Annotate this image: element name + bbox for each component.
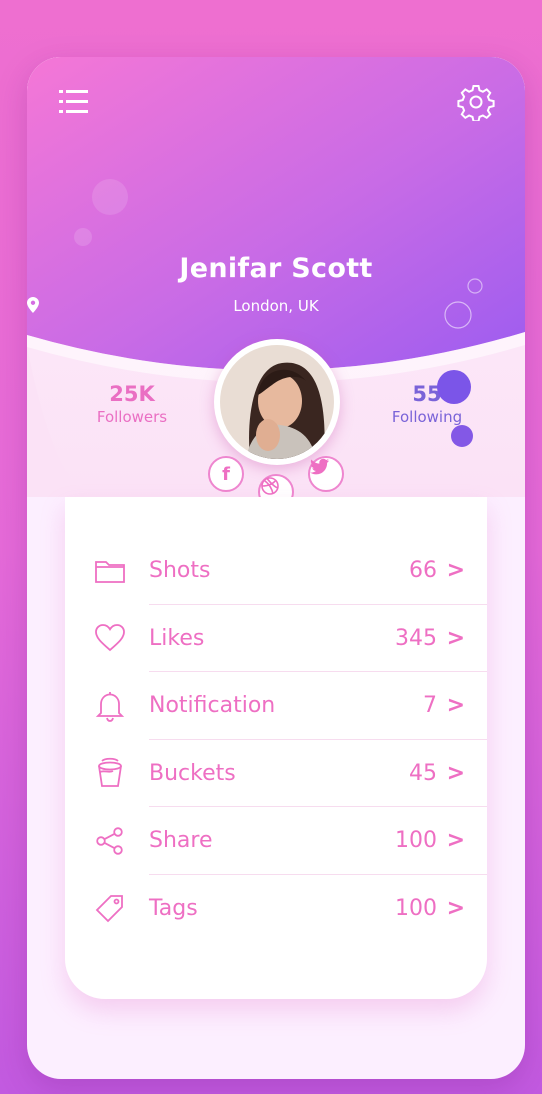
menu-item-label: Notification (149, 693, 276, 719)
followers-stat[interactable]: 25K Followers (77, 382, 187, 426)
menu-item-label: Shots (149, 558, 211, 584)
avatar[interactable] (214, 339, 340, 465)
folder-icon (95, 560, 125, 583)
menu-item-buckets[interactable]: Buckets 45 > (65, 740, 487, 807)
location-text: London, UK (233, 297, 319, 315)
share-icon (96, 827, 123, 855)
menu-item-label: Share (149, 828, 213, 854)
menu-item-count: 345 (395, 625, 437, 651)
chevron-right-icon: > (446, 693, 465, 719)
location: London, UK (27, 297, 525, 315)
phone-screen: Jenifar Scott London, UK 25K Followers 5… (27, 57, 525, 1079)
chevron-right-icon: > (446, 558, 465, 584)
menu-item-count: 45 (409, 760, 437, 786)
chevron-right-icon: > (446, 895, 465, 921)
chevron-right-icon: > (446, 828, 465, 854)
following-label: Following (391, 408, 463, 426)
twitter-button[interactable] (308, 456, 344, 492)
tag-icon (95, 895, 123, 923)
menu-item-shots[interactable]: Shots 66 > (65, 537, 487, 605)
followers-count: 25K (109, 382, 155, 406)
menu-item-notification[interactable]: Notification 7 > (65, 672, 487, 740)
profile-photo (220, 345, 334, 459)
facebook-icon: f (222, 463, 230, 485)
heart-icon (95, 624, 125, 652)
menu-item-count: 100 (395, 895, 437, 921)
menu-icon[interactable] (57, 87, 91, 117)
menu-card: Shots 66 > Likes 345 > Notification 7 > … (65, 497, 487, 999)
menu-item-label: Buckets (149, 760, 236, 786)
dribbble-icon (261, 477, 279, 495)
chevron-right-icon: > (446, 625, 465, 651)
menu-item-tags[interactable]: Tags 100 > (65, 875, 487, 943)
gear-icon[interactable] (457, 83, 495, 121)
menu-list: Shots 66 > Likes 345 > Notification 7 > … (65, 537, 487, 942)
menu-item-likes[interactable]: Likes 345 > (65, 605, 487, 672)
decorative-bubble (437, 370, 471, 404)
chevron-right-icon: > (446, 760, 465, 786)
menu-item-count: 7 (423, 693, 437, 719)
facebook-button[interactable]: f (208, 456, 244, 492)
decorative-bubble (451, 425, 473, 447)
menu-item-count: 100 (395, 828, 437, 854)
menu-item-share[interactable]: Share 100 > (65, 807, 487, 875)
profile-name: Jenifar Scott (179, 253, 373, 284)
bell-icon (95, 691, 125, 722)
followers-label: Followers (96, 408, 168, 426)
twitter-icon (310, 458, 329, 475)
bucket-icon (98, 758, 122, 788)
profile-header: Jenifar Scott London, UK 25K Followers 5… (27, 57, 525, 510)
location-pin-icon (27, 297, 39, 313)
menu-item-label: Tags (149, 895, 198, 921)
menu-item-count: 66 (409, 558, 437, 584)
menu-item-label: Likes (149, 625, 205, 651)
